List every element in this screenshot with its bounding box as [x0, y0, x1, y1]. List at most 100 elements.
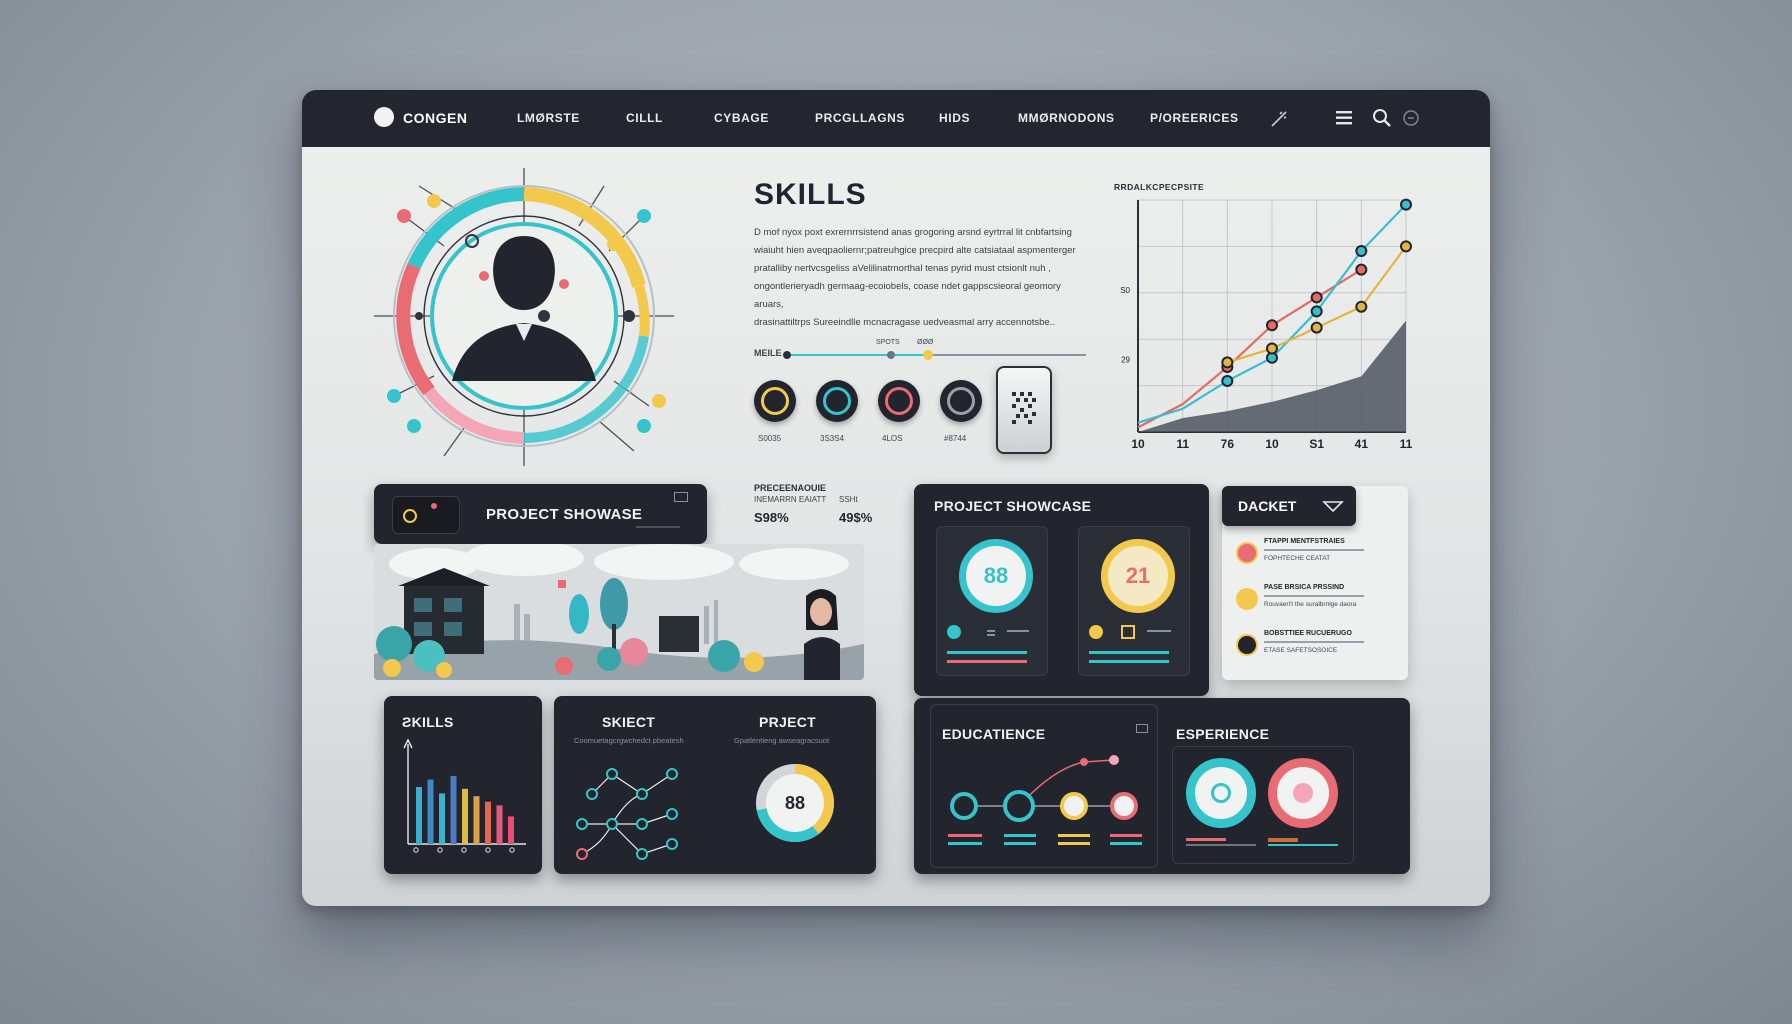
description-line: ongontlerieryadh germaag-ecoiobels, coas…: [754, 281, 1061, 310]
x-tick-label: 41: [1355, 437, 1369, 451]
brand-name[interactable]: CONGEN: [403, 110, 467, 126]
data-point: [1266, 342, 1278, 355]
qr-pattern-icon: [1012, 392, 1036, 424]
project-showcase-title: PROJECT SHOWCASE: [934, 498, 1092, 514]
gauge-value-2: 21: [1101, 539, 1175, 613]
nav-item-6[interactable]: MMØRNODONS: [1018, 111, 1115, 125]
skill-bar: [485, 801, 491, 844]
skills-heading: SKILLS: [754, 178, 867, 211]
experience-gauge-1[interactable]: [1186, 758, 1256, 828]
dacket-list-item[interactable]: BOBSTTIEE RUCUERUGO ETASE SAFETSOSOICE: [1236, 630, 1396, 670]
data-point: [1310, 305, 1323, 318]
project-title: PROJECT SHOWASE: [486, 506, 643, 523]
person-icon: [947, 625, 961, 639]
project-toggle[interactable]: [392, 496, 460, 534]
list-avatar: [1236, 588, 1258, 610]
project-showcase-card: PROJECT SHOWCASE 88 21: [914, 484, 1209, 696]
subject-title: SKIECT: [602, 714, 656, 730]
profile-ring-graphic: [374, 168, 674, 466]
education-experience-card: EDUCATIENCE ESPERIENCE: [914, 698, 1410, 874]
skill-bar: [427, 779, 434, 844]
skill-bar: [416, 786, 422, 844]
nav-item-5[interactable]: HIDS: [939, 111, 970, 125]
nav-item-7[interactable]: P/OREERICES: [1150, 111, 1239, 125]
project-landscape-image[interactable]: [374, 544, 864, 680]
dial-label: #8744: [944, 434, 967, 443]
skill-dial[interactable]: [754, 380, 796, 422]
skills-bar-card: ƧKILLS: [384, 696, 542, 874]
education-timeline: [948, 755, 1142, 845]
profile-toggle-icon[interactable]: [1402, 109, 1420, 127]
top-navbar: CONGEN LMØRSTE CILLL CYBAGE PRCGLLAGNS H…: [302, 90, 1490, 147]
project-meta-sub: INEMARRN EAIATT: [754, 495, 827, 504]
brand-logo-icon[interactable]: [374, 107, 394, 127]
slider-handle[interactable]: [923, 350, 933, 360]
nav-item-2[interactable]: CILLL: [626, 111, 663, 125]
skills-bar-chart: [403, 738, 526, 853]
y-tick-label: 29: [1121, 355, 1130, 364]
project-card-title: PRJECT: [759, 714, 817, 730]
list-item-sub: ETASE SAFETSOSOICE: [1264, 647, 1338, 654]
data-point: [1310, 291, 1323, 304]
description-line: D mof nyox poxt exrernrrsistend anas gro…: [754, 227, 1072, 238]
data-point: [1355, 300, 1368, 313]
project-stat-1: S98%: [754, 510, 789, 525]
x-tick-label: S1: [1309, 437, 1324, 451]
project-meta-side: SSHt: [839, 495, 858, 504]
chart-title: RRDALKCPECPSITE: [1114, 182, 1205, 192]
list-item-sub: Rouvaeri't the suralbrnlge daora: [1264, 601, 1357, 608]
gauge-card-2[interactable]: 21: [1078, 526, 1190, 676]
donut-value: 88: [784, 792, 806, 813]
skill-dial[interactable]: [940, 380, 982, 422]
search-icon[interactable]: [1371, 107, 1393, 129]
skill-bar: [439, 793, 445, 844]
qr-code-card[interactable]: [996, 366, 1052, 454]
line-chart: 10 11 76 10 S1 41 11 S0 29: [1120, 198, 1413, 451]
dacket-panel: DACKET FTAPPI MENTFSTRAIES FOPHTECHE CEA…: [1222, 486, 1408, 680]
skill-dial[interactable]: [878, 380, 920, 422]
x-tick-label: 76: [1221, 437, 1235, 451]
data-point: [1400, 240, 1412, 253]
app-window: CONGEN LMØRSTE CILLL CYBAGE PRCGLLAGNS H…: [302, 90, 1490, 906]
skills-slider-track[interactable]: [783, 350, 1086, 360]
gauge-card-1[interactable]: 88: [936, 526, 1048, 676]
project-header-card: PROJECT SHOWASE: [374, 484, 707, 544]
dacket-list-item[interactable]: FTAPPI MENTFSTRAIES FOPHTECHE CEATAT: [1236, 538, 1396, 578]
dial-label: S0035: [758, 434, 782, 443]
dial-label: 4LOS: [882, 434, 903, 443]
skills-bar-title: ƧKILLS: [402, 714, 454, 730]
chevron-down-icon[interactable]: [1322, 500, 1344, 514]
description-line: pratalliby nertvcsgeliss aVelilinatrnort…: [754, 263, 1051, 274]
education-title: EDUCATIENCE: [942, 726, 1046, 742]
y-tick-label: S0: [1120, 286, 1130, 295]
menu-icon[interactable]: [1334, 108, 1354, 128]
list-item-title: BOBSTTIEE RUCUERUGO: [1264, 630, 1352, 637]
dacket-dropdown[interactable]: DACKET: [1222, 486, 1356, 526]
experience-gauge-2[interactable]: [1268, 758, 1338, 828]
list-item-title: FTAPPI MENTFSTRAIES: [1264, 538, 1345, 545]
skill-bar: [508, 816, 514, 844]
nav-item-3[interactable]: CYBAGE: [714, 111, 769, 125]
list-item-title: PASE BRSICA PRSSIND: [1264, 584, 1345, 591]
avatar-head: [493, 236, 555, 310]
data-point: [1221, 356, 1234, 369]
description-line: drasinattiltrps Sureeindlle mcnacragase …: [754, 317, 1055, 328]
subject-sub: Coomuetagcrgwchedct pbeatesh: [574, 736, 684, 745]
node-graph: [576, 768, 678, 860]
list-avatar: [1236, 634, 1258, 656]
skill-bar: [462, 788, 468, 844]
slider-right-label: ØØØ: [917, 339, 934, 346]
data-point: [1400, 198, 1412, 211]
dacket-list-item[interactable]: PASE BRSICA PRSSIND Rouvaeri't the sural…: [1236, 584, 1396, 624]
x-tick-label: 11: [1176, 437, 1189, 451]
window-icon[interactable]: [1136, 724, 1148, 733]
dial-label: 3S3S4: [820, 434, 845, 443]
x-tick-label: 11: [1400, 437, 1413, 451]
nav-item-1[interactable]: LMØRSTE: [517, 111, 580, 125]
window-icon[interactable]: [674, 492, 688, 502]
skill-dial[interactable]: [816, 380, 858, 422]
data-point: [1221, 374, 1234, 387]
nav-item-4[interactable]: PRCGLLAGNS: [815, 111, 905, 125]
description-line: wiaiuht hien aveqpaoliernr;patreuhgice p…: [754, 245, 1076, 256]
sparkle-icon[interactable]: [1268, 108, 1290, 130]
